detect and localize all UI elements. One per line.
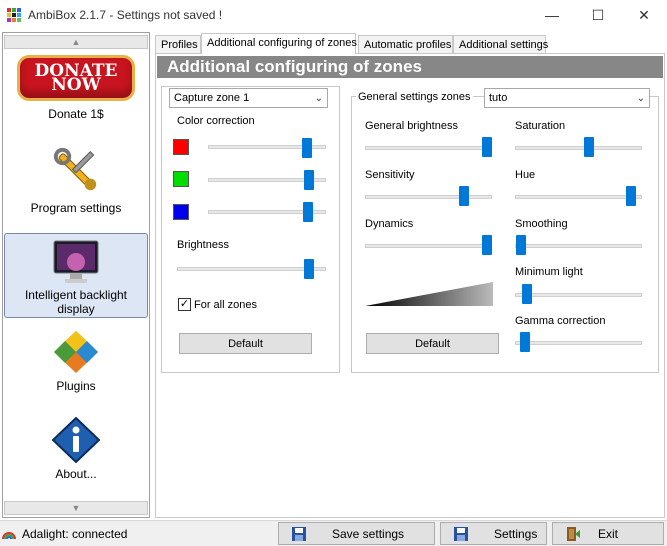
brightness-label: Brightness (177, 239, 229, 251)
sidebar-item-label: Intelligent backlight display (24, 288, 128, 316)
tab-automatic-profiles[interactable]: Automatic profiles (358, 35, 453, 54)
sidebar-item-label: Plugins (56, 379, 96, 393)
dynamics-track[interactable] (365, 244, 492, 248)
connection-status: Adalight: connected (22, 527, 128, 541)
dynamics-label: Dynamics (365, 218, 414, 230)
window-title: AmbiBox 2.1.7 - Settings not saved ! (28, 8, 223, 22)
close-button[interactable]: ✕ (621, 0, 667, 30)
general-default-button[interactable]: Default (366, 333, 499, 354)
tab-profiles[interactable]: Profiles (155, 35, 201, 54)
save-icon (292, 526, 306, 541)
dynamics-curve-preview (365, 282, 493, 306)
sidebar-scroll-up[interactable]: ▲ (4, 35, 148, 49)
gamma-correction-thumb[interactable] (520, 332, 530, 352)
all-zones-label: For all zones (194, 299, 257, 311)
maximize-button[interactable]: ☐ (575, 0, 621, 30)
wrench-screwdriver-icon (53, 147, 97, 191)
minimum-light-thumb[interactable] (522, 284, 532, 304)
green-swatch (173, 171, 189, 187)
app-icon (7, 8, 21, 22)
smoothing-track[interactable] (515, 244, 642, 248)
sidebar-scroll-down[interactable]: ▼ (4, 501, 148, 515)
general-brightness-thumb[interactable] (482, 137, 492, 157)
all-zones-checkbox[interactable]: ✓ (178, 298, 191, 311)
maximize-icon: ☐ (591, 6, 605, 23)
general-settings-group (351, 96, 659, 373)
sidebar-item-donate[interactable]: DONATE NOW Donate 1$ (4, 55, 148, 125)
zone-default-button[interactable]: Default (179, 333, 312, 354)
general-settings-title: General settings zones (356, 91, 473, 103)
hue-label: Hue (515, 169, 536, 181)
saturation-label: Saturation (515, 120, 566, 132)
tab-additional-settings[interactable]: Additional settings (453, 35, 548, 54)
sensitivity-label: Sensitivity (365, 169, 415, 181)
close-icon: ✕ (638, 6, 650, 23)
exit-button[interactable]: Exit (552, 522, 664, 545)
exit-door-icon (567, 526, 580, 541)
page-title: Additional configuring of zones (157, 56, 663, 78)
profile-select[interactable]: tuto ⌄ (484, 88, 650, 108)
chevron-down-icon: ⌄ (314, 92, 323, 104)
minimize-button[interactable]: — (529, 0, 575, 30)
dynamics-thumb[interactable] (482, 235, 492, 255)
sensitivity-thumb[interactable] (459, 186, 469, 206)
sidebar-item-plugins[interactable]: Plugins (4, 329, 148, 393)
info-icon (52, 417, 100, 463)
smoothing-thumb[interactable] (516, 235, 526, 255)
minimum-light-label: Minimum light (515, 266, 583, 278)
gamma-correction-track[interactable] (515, 341, 642, 345)
chevron-down-icon: ⌄ (636, 92, 645, 104)
brightness-slider-thumb[interactable] (304, 259, 314, 279)
rainbow-icon (2, 532, 16, 540)
saturation-track[interactable] (515, 146, 642, 150)
puzzle-icon (54, 331, 98, 373)
hue-track[interactable] (515, 195, 642, 199)
red-swatch (173, 139, 189, 155)
general-brightness-track[interactable] (365, 146, 492, 150)
monitor-icon (53, 240, 99, 283)
title-bar: AmbiBox 2.1.7 - Settings not saved ! — ☐… (0, 0, 667, 30)
general-brightness-label: General brightness (365, 120, 458, 132)
settings-button[interactable]: Settings (440, 522, 547, 545)
arrow-up-icon: ▲ (71, 37, 81, 47)
sidebar-item-about[interactable]: About... (4, 417, 148, 481)
sidebar-item-label: Program settings (30, 201, 122, 215)
sidebar-item-label: About... (55, 467, 97, 481)
red-slider-thumb[interactable] (302, 138, 312, 158)
minimum-light-track[interactable] (515, 293, 642, 297)
tab-additional-configuring-of-zones[interactable]: Additional configuring of zones (201, 33, 357, 54)
zone-select[interactable]: Capture zone 1 ⌄ (169, 88, 328, 108)
gamma-correction-label: Gamma correction (515, 315, 606, 327)
donate-now-badge: DONATE NOW (17, 55, 135, 101)
save-icon (454, 526, 468, 541)
save-settings-button[interactable]: Save settings (278, 522, 435, 545)
zone-group (161, 86, 340, 373)
sidebar-item-label: Donate 1$ (48, 107, 104, 121)
minimize-icon: — (545, 7, 559, 23)
hue-thumb[interactable] (626, 186, 636, 206)
sidebar-item-backlight[interactable]: Intelligent backlight display (4, 233, 148, 318)
sidebar-item-program-settings[interactable]: Program settings (4, 145, 148, 215)
sidebar: ▲ DONATE NOW Donate 1$ Program settings … (2, 32, 150, 518)
smoothing-label: Smoothing (515, 218, 568, 230)
saturation-thumb[interactable] (584, 137, 594, 157)
blue-slider-thumb[interactable] (303, 202, 313, 222)
color-correction-label: Color correction (177, 115, 255, 127)
arrow-down-icon: ▼ (71, 503, 81, 513)
sensitivity-track[interactable] (365, 195, 492, 199)
blue-swatch (173, 204, 189, 220)
green-slider-thumb[interactable] (304, 170, 314, 190)
